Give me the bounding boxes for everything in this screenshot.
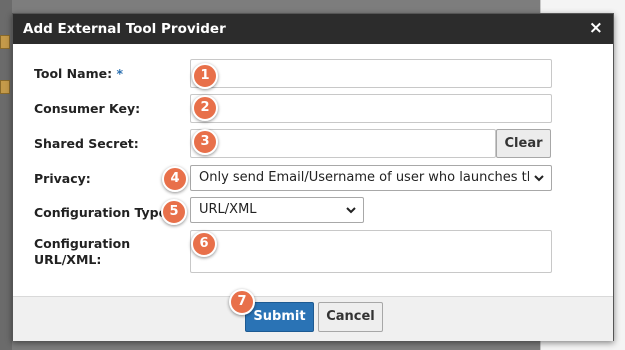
callout-badge-4: 4 bbox=[162, 166, 188, 192]
configuration-url-label: Configuration URL/XML: bbox=[34, 236, 130, 268]
required-marker: * bbox=[116, 66, 123, 81]
configuration-url-textarea[interactable] bbox=[190, 230, 552, 273]
tool-name-label-text: Tool Name: bbox=[34, 66, 113, 81]
close-icon[interactable]: × bbox=[589, 18, 603, 38]
shared-secret-input[interactable] bbox=[190, 129, 496, 158]
chevron-down-icon bbox=[534, 175, 544, 182]
dialog-titlebar: Add External Tool Provider × bbox=[13, 14, 613, 44]
cancel-button[interactable]: Cancel bbox=[318, 302, 383, 332]
tool-name-label: Tool Name: * bbox=[34, 66, 123, 81]
consumer-key-label: Consumer Key: bbox=[34, 101, 141, 116]
callout-badge-7: 7 bbox=[229, 289, 255, 315]
callout-badge-1: 1 bbox=[192, 63, 218, 89]
tool-name-input[interactable] bbox=[190, 59, 552, 88]
privacy-select[interactable]: Only send Email/Username of user who lau… bbox=[190, 165, 552, 191]
chevron-down-icon bbox=[346, 207, 356, 214]
consumer-key-input[interactable] bbox=[190, 94, 552, 123]
callout-badge-5: 5 bbox=[161, 199, 187, 225]
background-tab-marker bbox=[0, 35, 10, 49]
add-external-tool-dialog: Add External Tool Provider × Tool Name: … bbox=[12, 13, 614, 341]
shared-secret-label: Shared Secret: bbox=[34, 136, 139, 151]
privacy-label: Privacy: bbox=[34, 171, 91, 186]
clear-button[interactable]: Clear bbox=[496, 129, 551, 158]
callout-badge-3: 3 bbox=[192, 129, 218, 155]
background-left-strip bbox=[0, 0, 12, 350]
configuration-type-selected-value: URL/XML bbox=[199, 202, 257, 217]
callout-badge-6: 6 bbox=[191, 231, 217, 257]
privacy-selected-value: Only send Email/Username of user who lau… bbox=[199, 170, 529, 185]
background-tab-marker bbox=[0, 80, 10, 94]
configuration-type-select[interactable]: URL/XML bbox=[190, 197, 364, 223]
configuration-url-label-line1: Configuration bbox=[34, 236, 131, 251]
dialog-title: Add External Tool Provider bbox=[23, 21, 226, 37]
configuration-url-label-line2: URL/XML: bbox=[34, 252, 102, 267]
submit-button[interactable]: Submit bbox=[245, 302, 314, 332]
callout-badge-2: 2 bbox=[192, 95, 218, 121]
configuration-type-label: Configuration Type: bbox=[34, 205, 173, 220]
